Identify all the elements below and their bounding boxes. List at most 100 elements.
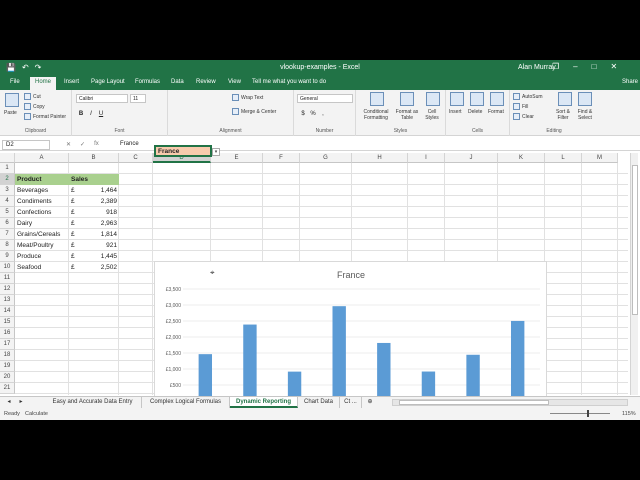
row-header-3[interactable]: 3 (0, 185, 15, 196)
close-icon[interactable]: ✕ (610, 62, 617, 71)
column-header-k[interactable]: K (498, 153, 545, 163)
font-name-select[interactable]: Calibri (76, 94, 128, 103)
column-header-m[interactable]: M (582, 153, 618, 163)
column-header-i[interactable]: I (408, 153, 445, 163)
sales-cell[interactable]: 2,389 (79, 196, 119, 207)
currency-symbol-cell[interactable]: £ (69, 229, 79, 240)
cell-styles-button[interactable]: Cell Styles (422, 109, 442, 121)
row-header-6[interactable]: 6 (0, 218, 15, 229)
row-header-7[interactable]: 7 (0, 229, 15, 240)
sheet-tab-chart-data[interactable]: Chart Data (298, 397, 340, 408)
wrap-text-button[interactable]: Wrap Text (232, 94, 263, 101)
currency-symbol-cell[interactable]: £ (69, 262, 79, 273)
add-sheet-icon[interactable]: ⊕ (364, 397, 376, 408)
validation-dropdown-button[interactable]: ▾ (212, 148, 220, 156)
currency-symbol-cell[interactable]: £ (69, 251, 79, 262)
merge-center-button[interactable]: Merge & Center (232, 108, 276, 115)
sheet-tab-data-entry[interactable]: Easy and Accurate Data Entry (44, 397, 142, 408)
enter-icon[interactable]: ✓ (80, 141, 85, 148)
sales-cell[interactable]: 1,445 (79, 251, 119, 262)
format-as-table-button[interactable]: Format as Table (394, 109, 420, 121)
select-all-corner[interactable] (0, 153, 15, 163)
maximize-icon[interactable]: □ (592, 62, 597, 71)
sales-cell[interactable]: 2,502 (79, 262, 119, 273)
row-header-1[interactable]: 1 (0, 163, 15, 174)
row-header-4[interactable]: 4 (0, 196, 15, 207)
sheet-next-icon[interactable]: ▸ (16, 397, 26, 408)
percent-button[interactable]: % (309, 110, 317, 118)
row-header-18[interactable]: 18 (0, 350, 15, 361)
sales-cell[interactable]: 2,963 (79, 218, 119, 229)
currency-symbol-cell[interactable]: £ (69, 207, 79, 218)
row-header-20[interactable]: 20 (0, 372, 15, 383)
row-header-21[interactable]: 21 (0, 383, 15, 394)
sheet-prev-icon[interactable]: ◂ (4, 397, 14, 408)
product-cell[interactable]: Produce (15, 251, 69, 262)
tab-formulas[interactable]: Formulas (135, 79, 160, 85)
row-header-10[interactable]: 10 (0, 262, 15, 273)
vertical-scroll-thumb[interactable] (632, 165, 638, 315)
format-cells-button[interactable]: Format (488, 109, 504, 115)
zoom-slider-knob[interactable] (587, 410, 589, 417)
tab-review[interactable]: Review (196, 79, 216, 85)
currency-symbol-cell[interactable]: £ (69, 218, 79, 229)
status-calculate[interactable]: Calculate (25, 411, 48, 417)
currency-button[interactable]: $ (299, 110, 307, 118)
autosum-button[interactable]: AutoSum (513, 93, 543, 100)
tab-file[interactable]: File (10, 79, 20, 85)
font-size-select[interactable]: 11 (130, 94, 146, 103)
row-header-16[interactable]: 16 (0, 328, 15, 339)
column-header-h[interactable]: H (352, 153, 408, 163)
tab-insert[interactable]: Insert (64, 79, 79, 85)
number-format-select[interactable]: General (297, 94, 353, 103)
ribbon-display-icon[interactable]: ❐ (552, 62, 559, 71)
insert-cells-button[interactable]: Insert (449, 109, 462, 115)
copy-button[interactable]: Copy (24, 103, 45, 110)
column-header-c[interactable]: C (119, 153, 153, 163)
sheet-tab-more[interactable]: Ct ... (340, 397, 362, 408)
table-header-product[interactable]: Product (15, 174, 69, 185)
paste-button[interactable]: Paste (4, 110, 17, 116)
sales-cell[interactable]: 918 (79, 207, 119, 218)
sheet-tab-dynamic-reporting[interactable]: Dynamic Reporting (230, 397, 298, 408)
share-button[interactable]: Share (622, 79, 638, 85)
bold-button[interactable]: B (77, 110, 85, 118)
user-name[interactable]: Alan Murray (518, 64, 556, 71)
tell-me-search[interactable]: Tell me what you want to do (252, 79, 326, 85)
row-header-19[interactable]: 19 (0, 361, 15, 372)
horizontal-scroll-thumb[interactable] (399, 400, 549, 405)
zoom-slider[interactable] (550, 413, 610, 414)
conditional-formatting-button[interactable]: Conditional Formatting (362, 109, 390, 121)
row-header-11[interactable]: 11 (0, 273, 15, 284)
row-header-13[interactable]: 13 (0, 295, 15, 306)
minimize-icon[interactable]: – (573, 62, 577, 71)
comma-button[interactable]: , (319, 110, 327, 118)
column-header-b[interactable]: B (69, 153, 119, 163)
column-header-f[interactable]: F (263, 153, 300, 163)
format-painter-button[interactable]: Format Painter (24, 113, 66, 120)
insert-function-icon[interactable]: fx (94, 141, 99, 148)
selected-cell-d2[interactable]: France (154, 145, 212, 157)
product-cell[interactable]: Seafood (15, 262, 69, 273)
column-header-a[interactable]: A (15, 153, 69, 163)
sales-cell[interactable]: 1,814 (79, 229, 119, 240)
currency-symbol-cell[interactable]: £ (69, 185, 79, 196)
delete-cells-button[interactable]: Delete (468, 109, 482, 115)
row-header-14[interactable]: 14 (0, 306, 15, 317)
row-header-5[interactable]: 5 (0, 207, 15, 218)
tab-view[interactable]: View (228, 79, 241, 85)
row-header-8[interactable]: 8 (0, 240, 15, 251)
underline-button[interactable]: U (97, 110, 105, 118)
product-cell[interactable]: Condiments (15, 196, 69, 207)
sheet-tab-logical-formulas[interactable]: Complex Logical Formulas (142, 397, 230, 408)
product-cell[interactable]: Confections (15, 207, 69, 218)
currency-symbol-cell[interactable]: £ (69, 196, 79, 207)
table-header-sales[interactable]: Sales (69, 174, 119, 185)
product-cell[interactable]: Dairy (15, 218, 69, 229)
sales-cell[interactable]: 1,464 (79, 185, 119, 196)
product-cell[interactable]: Beverages (15, 185, 69, 196)
italic-button[interactable]: I (87, 110, 95, 118)
name-box[interactable]: D2 (2, 140, 50, 150)
vertical-scrollbar[interactable] (630, 153, 638, 395)
product-cell[interactable]: Grains/Cereals (15, 229, 69, 240)
